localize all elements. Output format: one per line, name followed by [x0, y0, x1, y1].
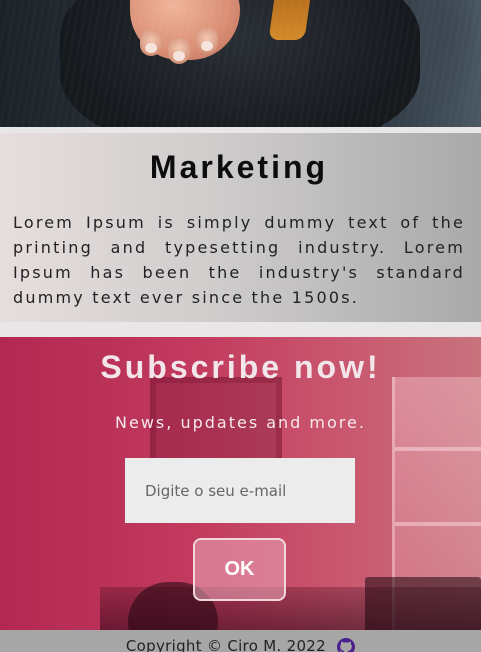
- footer: Copyright © Ciro M. 2022: [0, 630, 481, 652]
- github-icon[interactable]: [337, 638, 356, 652]
- marketing-title: Marketing: [149, 149, 329, 185]
- background-monitor: [365, 577, 481, 630]
- email-input[interactable]: [125, 458, 355, 523]
- subscribe-ok-button[interactable]: OK: [193, 538, 286, 601]
- hero-image: [0, 0, 481, 127]
- copyright-text: Copyright © Ciro M. 2022: [125, 637, 326, 652]
- subscribe-title: Subscribe now!: [100, 349, 381, 385]
- subscribe-tagline: News, updates and more.: [115, 413, 366, 432]
- marketing-body: Lorem Ipsum is simply dummy text of the …: [13, 213, 465, 307]
- marketing-section: Marketing Lorem Ipsum is simply dummy te…: [0, 133, 481, 322]
- subscribe-section: Subscribe now! News, updates and more. O…: [0, 337, 481, 630]
